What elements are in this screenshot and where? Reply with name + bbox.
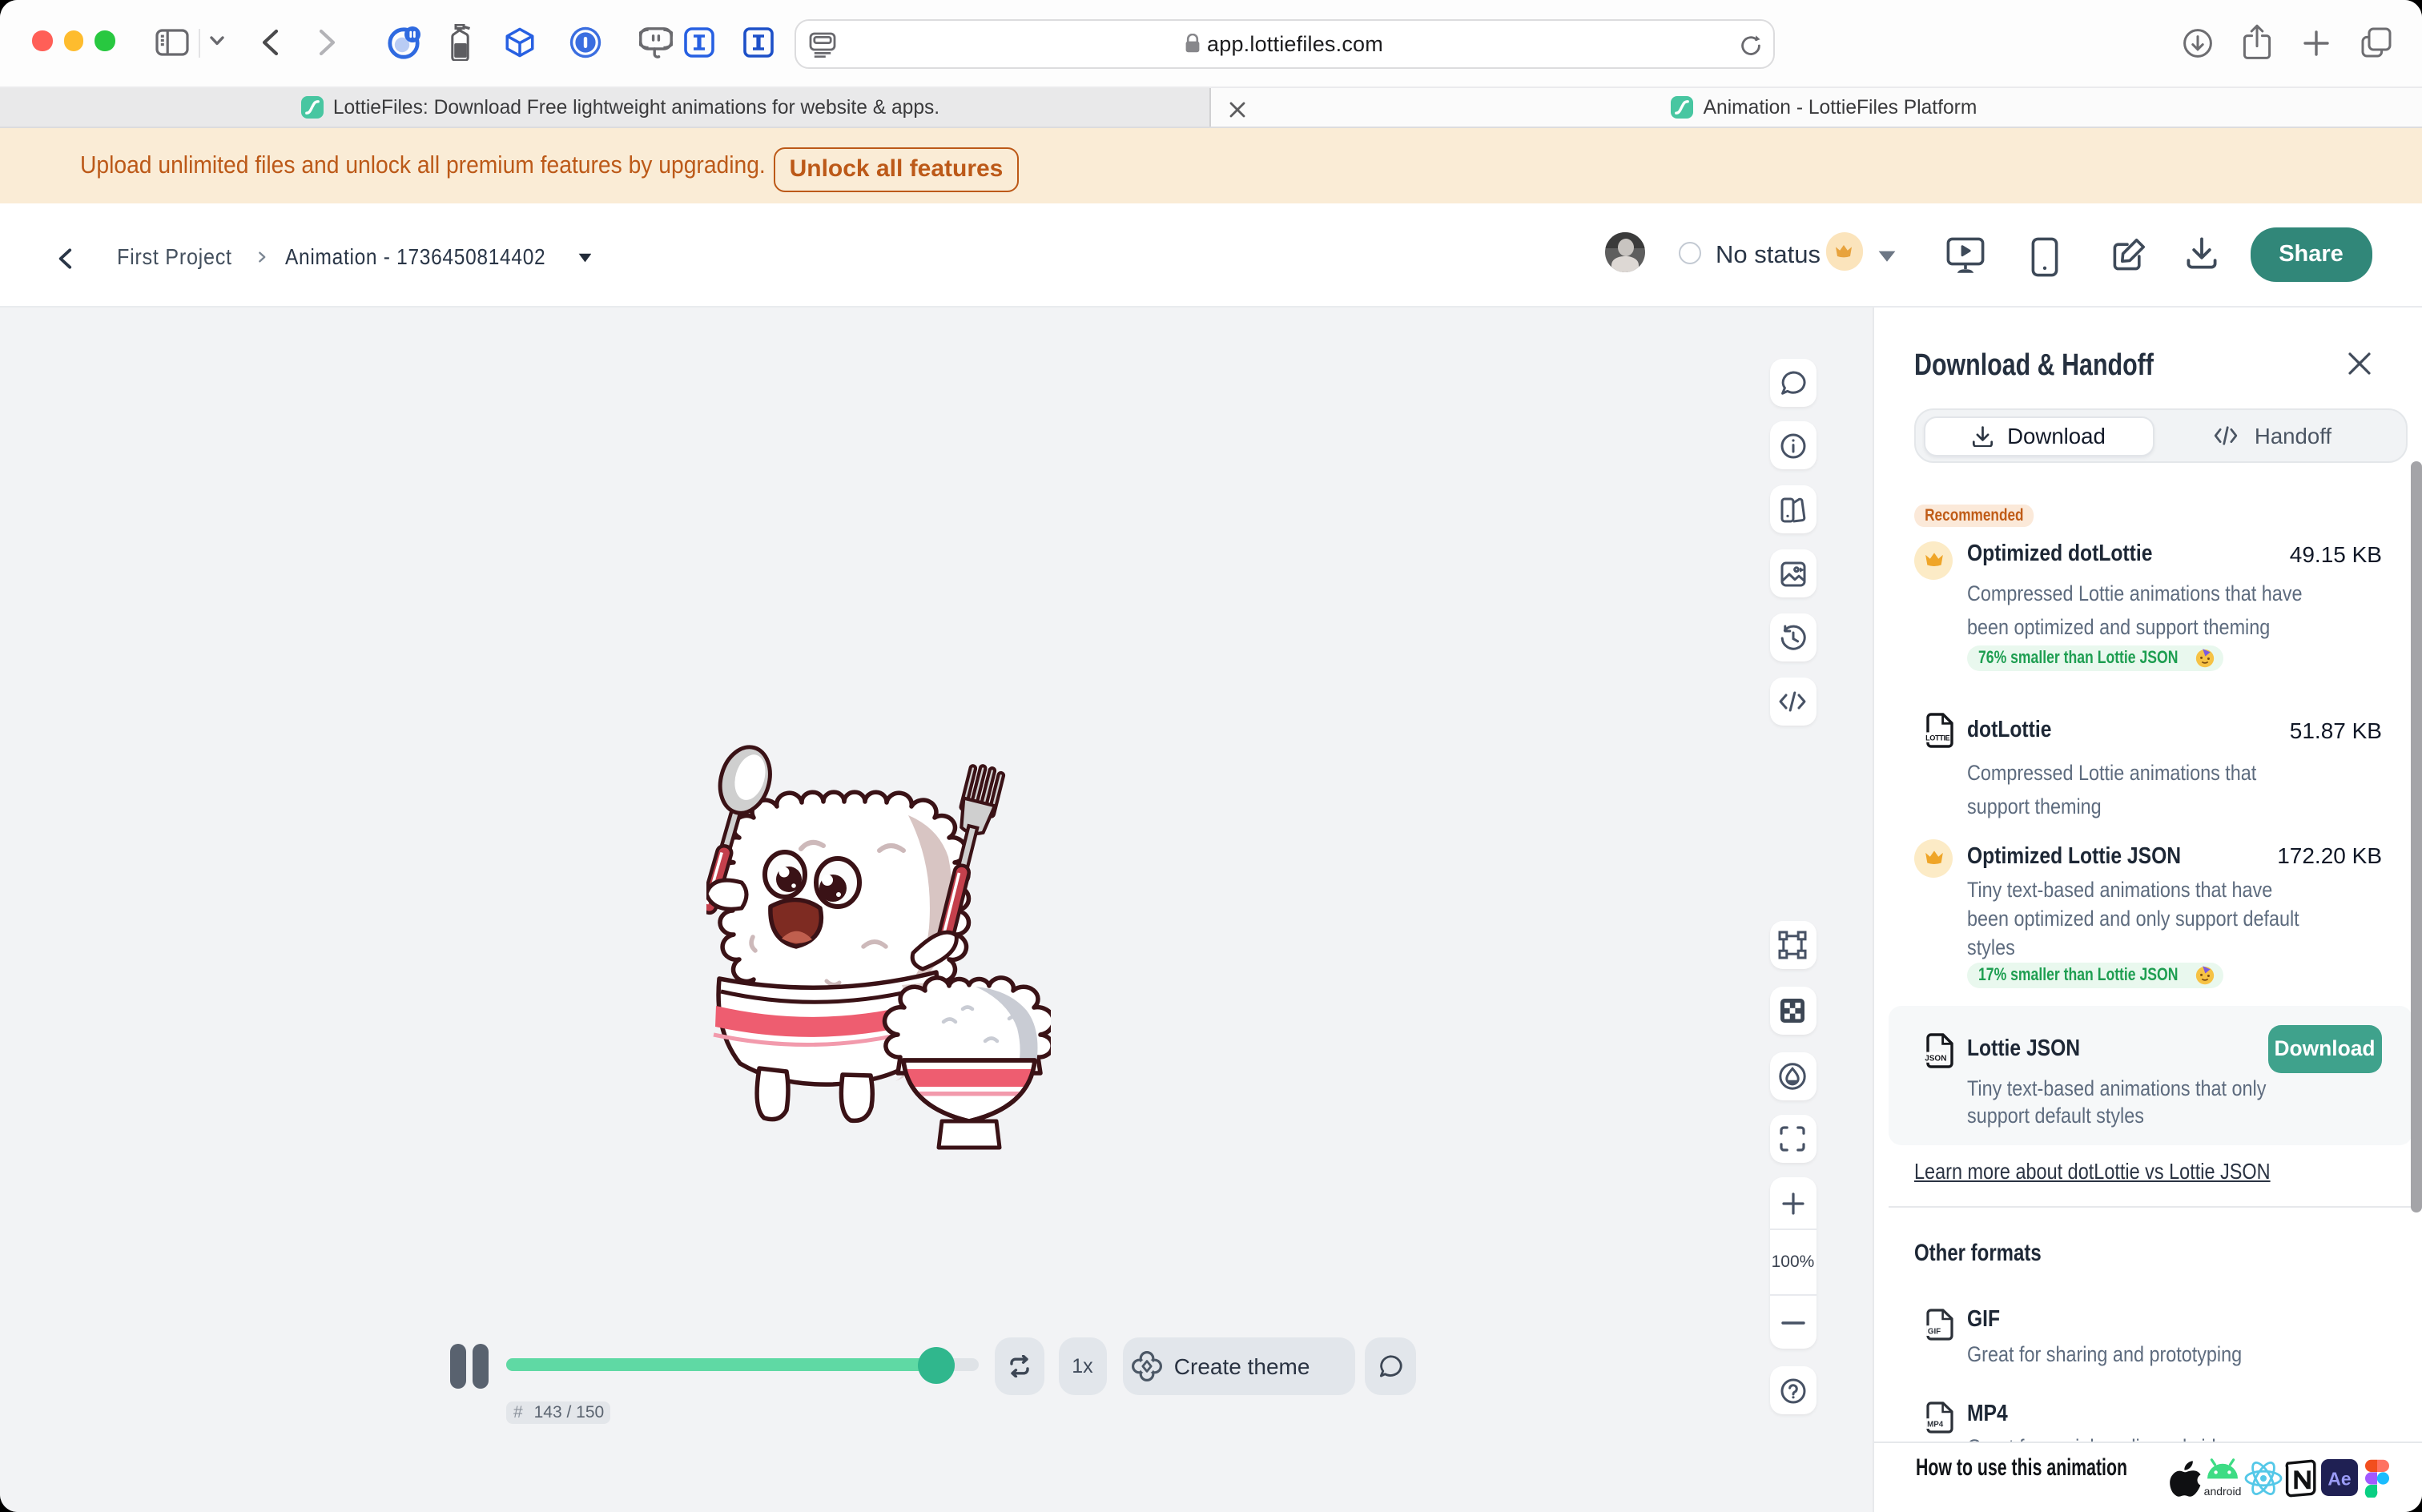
svg-text:LOTTIE: LOTTIE: [1925, 734, 1950, 742]
svg-text:MP4: MP4: [1927, 1421, 1944, 1430]
svg-text:android: android: [2204, 1484, 2241, 1497]
svg-text:GIF: GIF: [1928, 1328, 1941, 1337]
svg-text:JSON: JSON: [1925, 1055, 1946, 1064]
svg-text:Ae: Ae: [2327, 1468, 2351, 1489]
